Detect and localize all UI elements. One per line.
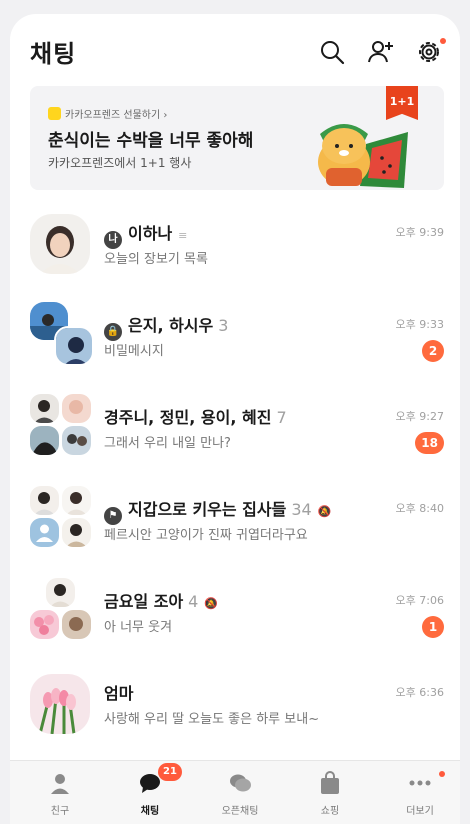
tab-shopping[interactable]: 쇼핑: [285, 771, 375, 817]
avatar: [54, 326, 94, 366]
open-chat-icon: [230, 774, 251, 792]
unread-badge: 18: [415, 432, 444, 454]
chat-last-message: 사랑해 우리 딸 오늘도 좋은 하루 보내~: [104, 712, 320, 727]
avatar: [62, 394, 91, 423]
chat-row[interactable]: ⚑ 지갑으로 키우는 집사들 34 🔕 페르시안 고양이가 진짜 귀엽더라구요 오후 …: [10, 476, 460, 568]
chat-last-message: 그래서 우리 내일 만나?: [104, 436, 231, 451]
chat-time: 오후 9:33: [395, 318, 444, 331]
chat-last-message: 아 너무 웃겨: [104, 620, 173, 635]
tab-more[interactable]: 더보기: [375, 771, 460, 817]
add-friend-icon[interactable]: [366, 38, 394, 66]
chat-row[interactable]: 엄마 사랑해 우리 딸 오늘도 좋은 하루 보내~ 오후 6:36: [10, 660, 460, 752]
page-title: 채팅: [30, 40, 77, 68]
lock-icon: 🔒: [104, 323, 122, 341]
chat-time: 오후 6:36: [395, 686, 444, 699]
chat-name: 이하나: [128, 224, 173, 243]
chat-last-message: 비밀메시지: [104, 344, 164, 359]
kakao-logo-icon: [48, 107, 61, 120]
bottom-tab-bar: 친구 21 채팅 오픈채팅 쇼핑 더보기: [10, 760, 460, 824]
tab-label: 채팅: [140, 806, 160, 817]
tab-label: 더보기: [406, 806, 434, 817]
member-count: 34: [291, 500, 312, 519]
settings-icon[interactable]: [415, 38, 443, 66]
avatar: [62, 610, 91, 639]
me-icon: 나: [104, 231, 122, 249]
chat-name: 지갑으로 키우는 집사들: [128, 500, 287, 519]
mute-icon: 🔕: [204, 597, 219, 610]
chat-last-message: 오늘의 장보기 목록: [104, 252, 208, 267]
watermelon-character-illustration: [318, 124, 408, 188]
chat-time: 오후 7:06: [395, 594, 444, 607]
chat-time: 오후 9:39: [395, 226, 444, 239]
banner-subtitle: 카카오프렌즈에서 1+1 행사: [48, 156, 192, 170]
member-count: 4: [188, 592, 199, 611]
tab-label: 친구: [50, 806, 70, 817]
avatar: [30, 394, 59, 423]
avatar: [62, 518, 91, 547]
group-avatar: [30, 302, 94, 366]
member-count: 3: [218, 316, 229, 335]
promo-banner[interactable]: 카카오프렌즈 선물하기 › 춘식이는 수박을 너무 좋아해 카카오프렌즈에서 1…: [30, 86, 444, 190]
chat-name: 은지, 하시우: [128, 316, 214, 335]
avatar: [30, 610, 59, 639]
chat-name: 경주니, 정민, 용이, 혜진: [104, 408, 272, 427]
tab-open-chat[interactable]: 오픈채팅: [195, 771, 285, 817]
tab-friends[interactable]: 친구: [15, 771, 105, 817]
avatar: [62, 426, 91, 455]
unread-badge: 2: [422, 340, 444, 362]
banner-brand: 카카오프렌즈 선물하기 ›: [65, 110, 168, 121]
chat-row[interactable]: 나 이하나 ≡ 오늘의 장보기 목록 오후 9:39: [10, 200, 460, 292]
group-avatar: [30, 486, 94, 550]
search-icon[interactable]: [318, 38, 346, 66]
chat-last-message: 페르시안 고양이가 진짜 귀엽더라구요: [104, 528, 308, 543]
mute-icon: 🔕: [317, 505, 332, 518]
notification-dot: [440, 38, 446, 44]
avatar: [30, 674, 90, 734]
chat-row[interactable]: 경주니, 정민, 용이, 혜진 7 그래서 우리 내일 만나? 오후 9:27 1…: [10, 384, 460, 476]
more-icon: [409, 780, 431, 786]
chat-name: 금요일 조아: [104, 592, 184, 611]
avatar: [30, 214, 90, 274]
open-chat-flag-icon: ⚑: [104, 507, 122, 525]
banner-title: 춘식이는 수박을 너무 좋아해: [48, 131, 254, 151]
member-count: 7: [276, 408, 287, 427]
chat-screen: 채팅 카카오프렌즈 선물하기 › 춘식이는 수박을 너무 좋아해 카카오프렌즈에…: [10, 14, 460, 824]
chat-row[interactable]: 🔒 은지, 하시우 3 비밀메시지 오후 9:33 2: [10, 292, 460, 384]
avatar: [46, 578, 75, 607]
avatar: [30, 486, 59, 515]
tab-chats[interactable]: 21 채팅: [105, 763, 195, 817]
memo-icon: ≡: [178, 229, 188, 242]
tab-badge: 21: [158, 763, 182, 781]
tab-label: 오픈채팅: [221, 806, 259, 817]
person-icon: [51, 774, 69, 794]
group-avatar: [30, 394, 94, 458]
chat-row[interactable]: 금요일 조아 4 🔕 아 너무 웃겨 오후 7:06 1: [10, 568, 460, 660]
unread-badge: 1: [422, 616, 444, 638]
avatar: [62, 486, 91, 515]
tab-label: 쇼핑: [320, 806, 340, 817]
chat-name: 엄마: [104, 684, 134, 703]
chat-time: 오후 9:27: [395, 410, 444, 423]
notification-dot: [439, 771, 445, 777]
header: 채팅: [10, 14, 460, 84]
chat-time: 오후 8:40: [395, 502, 444, 515]
avatar: [30, 426, 59, 455]
shopping-bag-icon: [321, 771, 339, 794]
default-avatar-icon: [30, 518, 59, 547]
group-avatar: [30, 578, 94, 642]
